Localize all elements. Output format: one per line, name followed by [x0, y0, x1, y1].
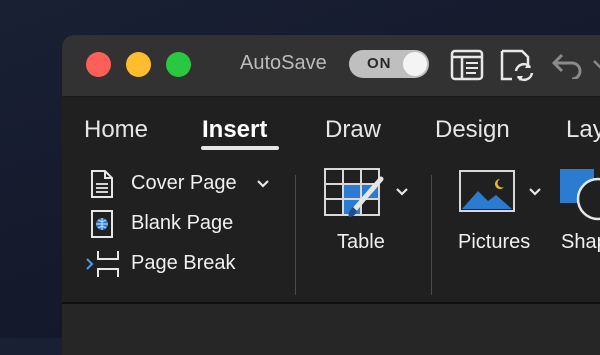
insert-ribbon: Cover Page Blank Page Page Break Table P…	[62, 157, 600, 302]
word-window: AutoSave ON Home Insert Draw Design Lay …	[62, 35, 600, 355]
table-button[interactable]: Table	[317, 167, 412, 297]
page-break-icon	[86, 251, 119, 277]
table-icon	[324, 168, 384, 217]
blank-page-label: Blank Page	[131, 212, 234, 234]
ribbon-tabs: Home Insert Draw Design Lay	[62, 97, 600, 157]
tab-design[interactable]: Design	[435, 116, 510, 144]
page-break-button[interactable]: Page Break	[84, 247, 274, 281]
close-window-button[interactable]	[86, 52, 111, 77]
blank-page-icon	[91, 210, 113, 238]
tab-draw[interactable]: Draw	[325, 116, 381, 144]
cover-page-icon	[91, 170, 113, 198]
sync-icon[interactable]	[498, 49, 536, 83]
blank-page-button[interactable]: Blank Page	[84, 207, 274, 241]
autosave-toggle[interactable]: ON	[349, 50, 429, 78]
document-area	[62, 304, 600, 355]
group-divider	[295, 175, 296, 295]
document-panel-icon[interactable]	[450, 49, 484, 81]
pictures-label: Pictures	[458, 231, 531, 253]
cover-page-label: Cover Page	[131, 172, 237, 194]
chevron-down-icon	[396, 188, 408, 196]
chevron-down-icon	[529, 188, 541, 196]
table-label: Table	[337, 231, 385, 253]
group-divider	[431, 175, 432, 295]
tab-insert[interactable]: Insert	[202, 116, 267, 144]
undo-dropdown-icon[interactable]	[592, 59, 600, 71]
autosave-state: ON	[367, 55, 392, 72]
tab-layout[interactable]: Lay	[566, 116, 600, 144]
zoom-window-button[interactable]	[166, 52, 191, 77]
pictures-button[interactable]: Pictures	[454, 167, 554, 297]
undo-icon[interactable]	[550, 51, 584, 79]
tab-home[interactable]: Home	[84, 116, 148, 144]
toggle-knob	[403, 52, 427, 76]
chevron-down-icon	[257, 180, 269, 188]
pictures-icon	[459, 170, 515, 212]
title-bar: AutoSave ON	[62, 35, 600, 97]
page-break-label: Page Break	[131, 252, 236, 274]
minimize-window-button[interactable]	[126, 52, 151, 77]
active-tab-indicator	[201, 146, 279, 150]
shapes-icon	[560, 169, 600, 221]
autosave-label: AutoSave	[240, 52, 327, 74]
shapes-button[interactable]: Shap	[558, 167, 600, 297]
cover-page-button[interactable]: Cover Page	[84, 167, 274, 201]
shapes-label: Shap	[561, 231, 600, 253]
